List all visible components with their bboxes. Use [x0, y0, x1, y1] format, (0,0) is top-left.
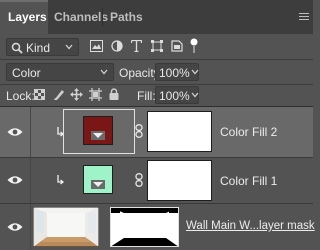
color-fill-swatch[interactable] [83, 165, 113, 194]
fill-layer-indicator-icon [91, 180, 105, 189]
lock-transparent-pixels-icon[interactable] [34, 89, 45, 100]
layer-mask-thumbnail[interactable] [147, 160, 212, 201]
fill-label: Fill: [137, 89, 156, 103]
layer-row-wall-main[interactable]: Wall Main W...layer mask [0, 204, 315, 250]
adjustment-filter-icon[interactable] [111, 40, 123, 52]
lock-image-pixels-icon[interactable] [53, 88, 65, 101]
visibility-column-divider [30, 107, 31, 157]
blend-mode-dropdown[interactable]: Color [6, 63, 114, 81]
blend-mode-value: Color [12, 66, 41, 80]
search-icon [11, 42, 23, 54]
tab-layers[interactable]: Layers [0, 0, 48, 34]
color-fill-swatch[interactable] [83, 116, 113, 145]
tab-channels[interactable]: Channels [54, 0, 108, 34]
chevron-down-icon[interactable] [191, 69, 199, 77]
layer-name[interactable]: Color Fill 1 [220, 174, 277, 188]
tab-paths[interactable]: Paths [110, 0, 143, 34]
chevron-down-icon [100, 69, 108, 77]
layer-mask-thumbnail[interactable] [110, 207, 179, 247]
layer-row-color-fill-1[interactable]: Color Fill 1 [0, 158, 313, 203]
shape-filter-icon[interactable] [151, 40, 163, 52]
lock-position-icon[interactable] [70, 88, 83, 101]
layer-name[interactable]: Wall Main W...layer mask [186, 220, 315, 232]
eye-icon[interactable] [7, 127, 23, 137]
mask-link-icon[interactable] [135, 124, 143, 138]
room-photo-thumbnail[interactable] [33, 207, 99, 247]
fill-value: 100% [159, 89, 190, 103]
clipping-mask-arrow-icon [57, 175, 65, 185]
lock-all-icon[interactable] [109, 88, 119, 100]
filter-kind-label: Kind [26, 41, 51, 55]
smart-object-filter-icon[interactable] [171, 40, 183, 52]
tab-divider [102, 8, 103, 26]
divider [0, 84, 313, 85]
opacity-field[interactable]: 100% [155, 63, 199, 81]
visibility-column-divider [30, 204, 31, 250]
visibility-column-divider [30, 158, 31, 203]
opacity-value: 100% [159, 66, 190, 80]
lock-label: Lock: [6, 89, 35, 103]
chevron-down-icon [65, 44, 73, 52]
layer-row-color-fill-2[interactable]: Color Fill 2 [0, 107, 313, 157]
fill-layer-indicator-icon [91, 131, 105, 140]
mask-link-icon[interactable] [135, 173, 143, 187]
panel-menu-icon[interactable] [299, 13, 309, 21]
panel-tab-bar: Layers Channels Paths [0, 0, 313, 34]
filter-kind-dropdown[interactable]: Kind [6, 38, 79, 56]
filter-toggle-icon[interactable] [190, 38, 198, 54]
layer-name[interactable]: Color Fill 2 [220, 125, 277, 139]
fill-field[interactable]: 100% [155, 86, 199, 104]
layer-mask-thumbnail[interactable] [147, 111, 212, 152]
type-filter-icon[interactable] [131, 40, 142, 52]
eye-icon[interactable] [7, 222, 23, 232]
lock-artboard-icon[interactable] [89, 88, 102, 101]
chevron-down-icon[interactable] [191, 92, 199, 100]
image-filter-icon[interactable] [90, 40, 103, 52]
divider [0, 59, 313, 60]
eye-icon[interactable] [7, 175, 23, 185]
